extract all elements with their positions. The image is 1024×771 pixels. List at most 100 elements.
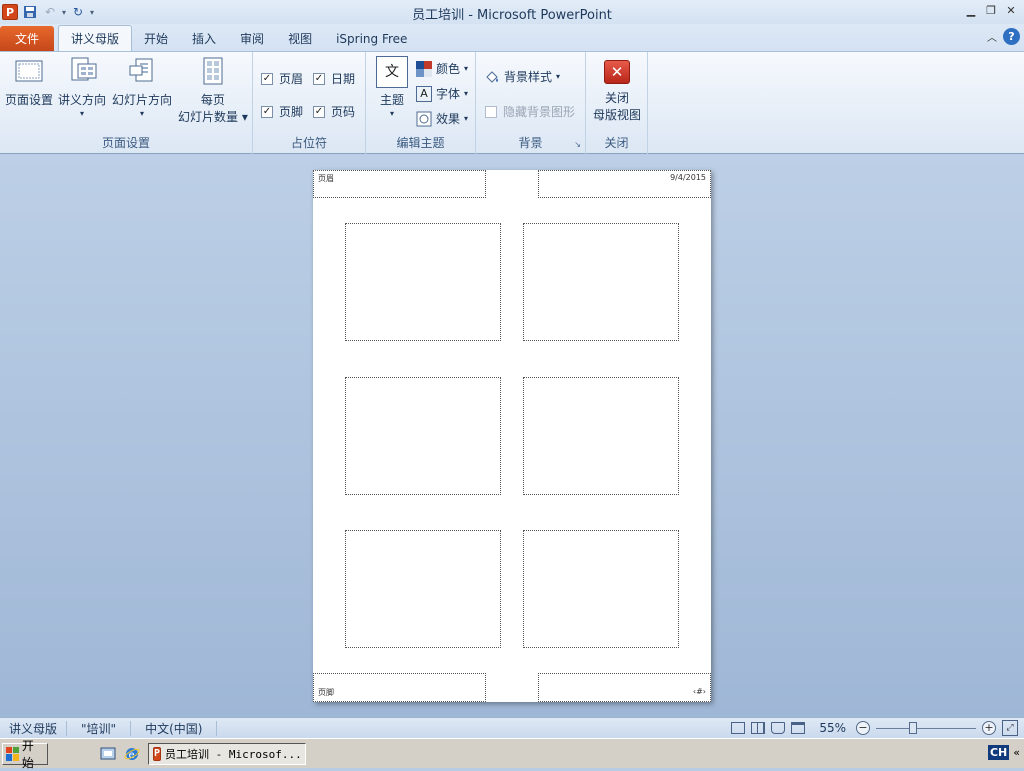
slide-placeholder[interactable]	[523, 377, 679, 495]
background-styles-button[interactable]: 背景样式 ▾	[484, 68, 560, 85]
tab-ispring[interactable]: iSpring Free	[324, 26, 419, 51]
collapse-ribbon-icon[interactable]: ︿	[987, 29, 997, 44]
effects-icon	[416, 111, 432, 127]
reading-view-icon[interactable]	[771, 722, 786, 734]
minimize-icon[interactable]: ▁	[962, 2, 980, 18]
group-label-edit-theme: 编辑主题	[396, 136, 445, 150]
checkbox-unchecked-icon	[485, 105, 497, 118]
date-checkbox[interactable]: ✓ 日期	[313, 70, 355, 87]
themes-label: 主题	[379, 93, 404, 107]
page-number-checkbox[interactable]: ✓ 页码	[313, 103, 355, 120]
slides-per-page-button[interactable]: 每页 幻灯片数量 ▾	[178, 56, 248, 126]
taskbar-app-powerpoint[interactable]: P 员工培训 - Microsof...	[148, 742, 306, 765]
tab-handout-master[interactable]: 讲义母版	[58, 25, 133, 51]
colors-button[interactable]: 颜色 ▾	[416, 60, 468, 77]
powerpoint-icon: P	[153, 746, 162, 761]
handout-orientation-button[interactable]: 讲义方向 ▾	[58, 56, 106, 119]
zoom-out-icon[interactable]: −	[856, 721, 870, 735]
show-desktop-icon[interactable]	[100, 746, 116, 762]
start-button[interactable]: 开始	[2, 739, 48, 770]
slide-sorter-view-icon[interactable]	[751, 722, 766, 734]
chevron-down-icon: ▾	[464, 89, 469, 98]
slides-per-page-label-2: 幻灯片数量 ▾	[178, 110, 248, 124]
tab-file[interactable]: 文件	[0, 26, 54, 51]
theme-icon: 文	[376, 56, 408, 88]
paint-bucket-icon	[484, 69, 500, 85]
slide-placeholder[interactable]	[345, 377, 501, 495]
zoom-in-icon[interactable]: +	[982, 721, 996, 735]
checkbox-checked-icon: ✓	[261, 72, 273, 85]
slide-placeholder[interactable]	[523, 223, 679, 341]
tab-insert[interactable]: 插入	[180, 26, 228, 51]
slide-placeholder[interactable]	[345, 223, 501, 341]
footer-placeholder-text: 页脚	[318, 688, 334, 697]
tab-view[interactable]: 视图	[276, 26, 324, 51]
chevron-down-icon: ▾	[464, 114, 469, 123]
page-setup-button[interactable]: 页面设置	[5, 56, 53, 109]
fonts-button[interactable]: A 字体 ▾	[416, 85, 468, 102]
slide-placeholder[interactable]	[345, 530, 501, 648]
checkbox-checked-icon: ✓	[313, 72, 325, 85]
chevron-down-icon: ▾	[389, 109, 394, 118]
slide-orientation-label: 幻灯片方向	[112, 93, 173, 107]
effects-button[interactable]: 效果 ▾	[416, 110, 468, 127]
slideshow-view-icon[interactable]	[791, 722, 806, 734]
close-window-icon[interactable]: ✕	[1002, 2, 1020, 18]
footer-checkbox[interactable]: ✓ 页脚	[261, 103, 303, 120]
header-checkbox[interactable]: ✓ 页眉	[261, 70, 303, 87]
zoom-slider-thumb[interactable]	[909, 721, 917, 734]
slides-per-page-icon	[197, 56, 229, 88]
fit-to-window-icon[interactable]: ⤢	[1002, 720, 1018, 736]
group-close: ✕ 关闭 母版视图 关闭	[586, 52, 648, 154]
group-background: 背景样式 ▾ 隐藏背景图形 背景 ↘	[476, 52, 586, 154]
handout-orientation-label: 讲义方向	[58, 93, 107, 107]
tab-review[interactable]: 审阅	[228, 26, 276, 51]
ribbon-tabs: 文件 讲义母版 开始 插入 审阅 视图 iSpring Free ︿ ?	[0, 24, 1024, 51]
status-view-name: 讲义母版	[0, 720, 68, 736]
close-label-1: 关闭	[604, 91, 629, 105]
save-icon[interactable]	[22, 4, 38, 20]
date-placeholder[interactable]: 9/4/2015	[538, 170, 711, 198]
hide-background-checkbox[interactable]: 隐藏背景图形	[485, 103, 575, 120]
close-label-2: 母版视图	[592, 108, 641, 122]
slide-orientation-button[interactable]: 幻灯片方向 ▾	[112, 56, 172, 119]
undo-icon[interactable]: ↶	[42, 4, 58, 20]
status-language[interactable]: 中文(中国)	[131, 720, 218, 736]
group-label-close: 关闭	[604, 136, 629, 150]
group-placeholders: ✓ 页眉 ✓ 日期 ✓ 页脚 ✓ 页码 占位符	[253, 52, 366, 154]
undo-dropdown-icon[interactable]: ▾	[62, 8, 66, 17]
group-label-background: 背景	[518, 136, 543, 150]
group-page-setup: 页面设置 讲义方向 ▾ 幻灯片方向 ▾ 每页 幻灯片数量 ▾ 页面设置	[0, 52, 253, 154]
editing-workspace[interactable]: 页眉 9/4/2015 页脚 ‹#›	[0, 155, 1024, 717]
dialog-launcher-icon[interactable]: ↘	[574, 140, 581, 149]
redo-icon[interactable]: ↻	[70, 4, 86, 20]
header-placeholder[interactable]: 页眉	[313, 170, 486, 198]
internet-explorer-icon[interactable]: e	[124, 746, 140, 762]
footer-placeholder[interactable]: 页脚	[313, 673, 486, 702]
themes-button[interactable]: 文 主题 ▾	[376, 56, 408, 119]
customize-qat-icon[interactable]: ▾	[90, 8, 94, 17]
zoom-level[interactable]: 55%	[819, 721, 846, 735]
normal-view-icon[interactable]	[731, 722, 746, 734]
close-master-view-button[interactable]: ✕ 关闭 母版视图	[592, 56, 642, 124]
effects-label: 效果	[436, 112, 461, 126]
page-number-checkbox-label: 页码	[331, 105, 356, 119]
zoom-slider[interactable]	[876, 721, 976, 734]
hide-background-label: 隐藏背景图形	[503, 105, 576, 119]
page-setup-label: 页面设置	[5, 93, 54, 107]
slide-placeholder[interactable]	[523, 530, 679, 648]
chevron-down-icon: ▾	[80, 109, 85, 118]
tab-home[interactable]: 开始	[132, 26, 180, 51]
page-number-placeholder[interactable]: ‹#›	[538, 673, 711, 702]
input-method-indicator[interactable]: CH	[987, 745, 1010, 760]
group-label-page-setup: 页面设置	[101, 136, 150, 150]
tray-expand-icon[interactable]: «	[1013, 746, 1020, 759]
footer-checkbox-label: 页脚	[279, 105, 304, 119]
powerpoint-app-icon[interactable]: P	[2, 4, 18, 20]
help-icon[interactable]: ?	[1003, 28, 1020, 45]
header-placeholder-text: 页眉	[318, 174, 334, 183]
restore-icon[interactable]: ❐	[982, 2, 1000, 18]
handout-page[interactable]: 页眉 9/4/2015 页脚 ‹#›	[313, 170, 711, 702]
date-placeholder-text: 9/4/2015	[670, 173, 706, 182]
page-setup-icon	[13, 56, 45, 88]
